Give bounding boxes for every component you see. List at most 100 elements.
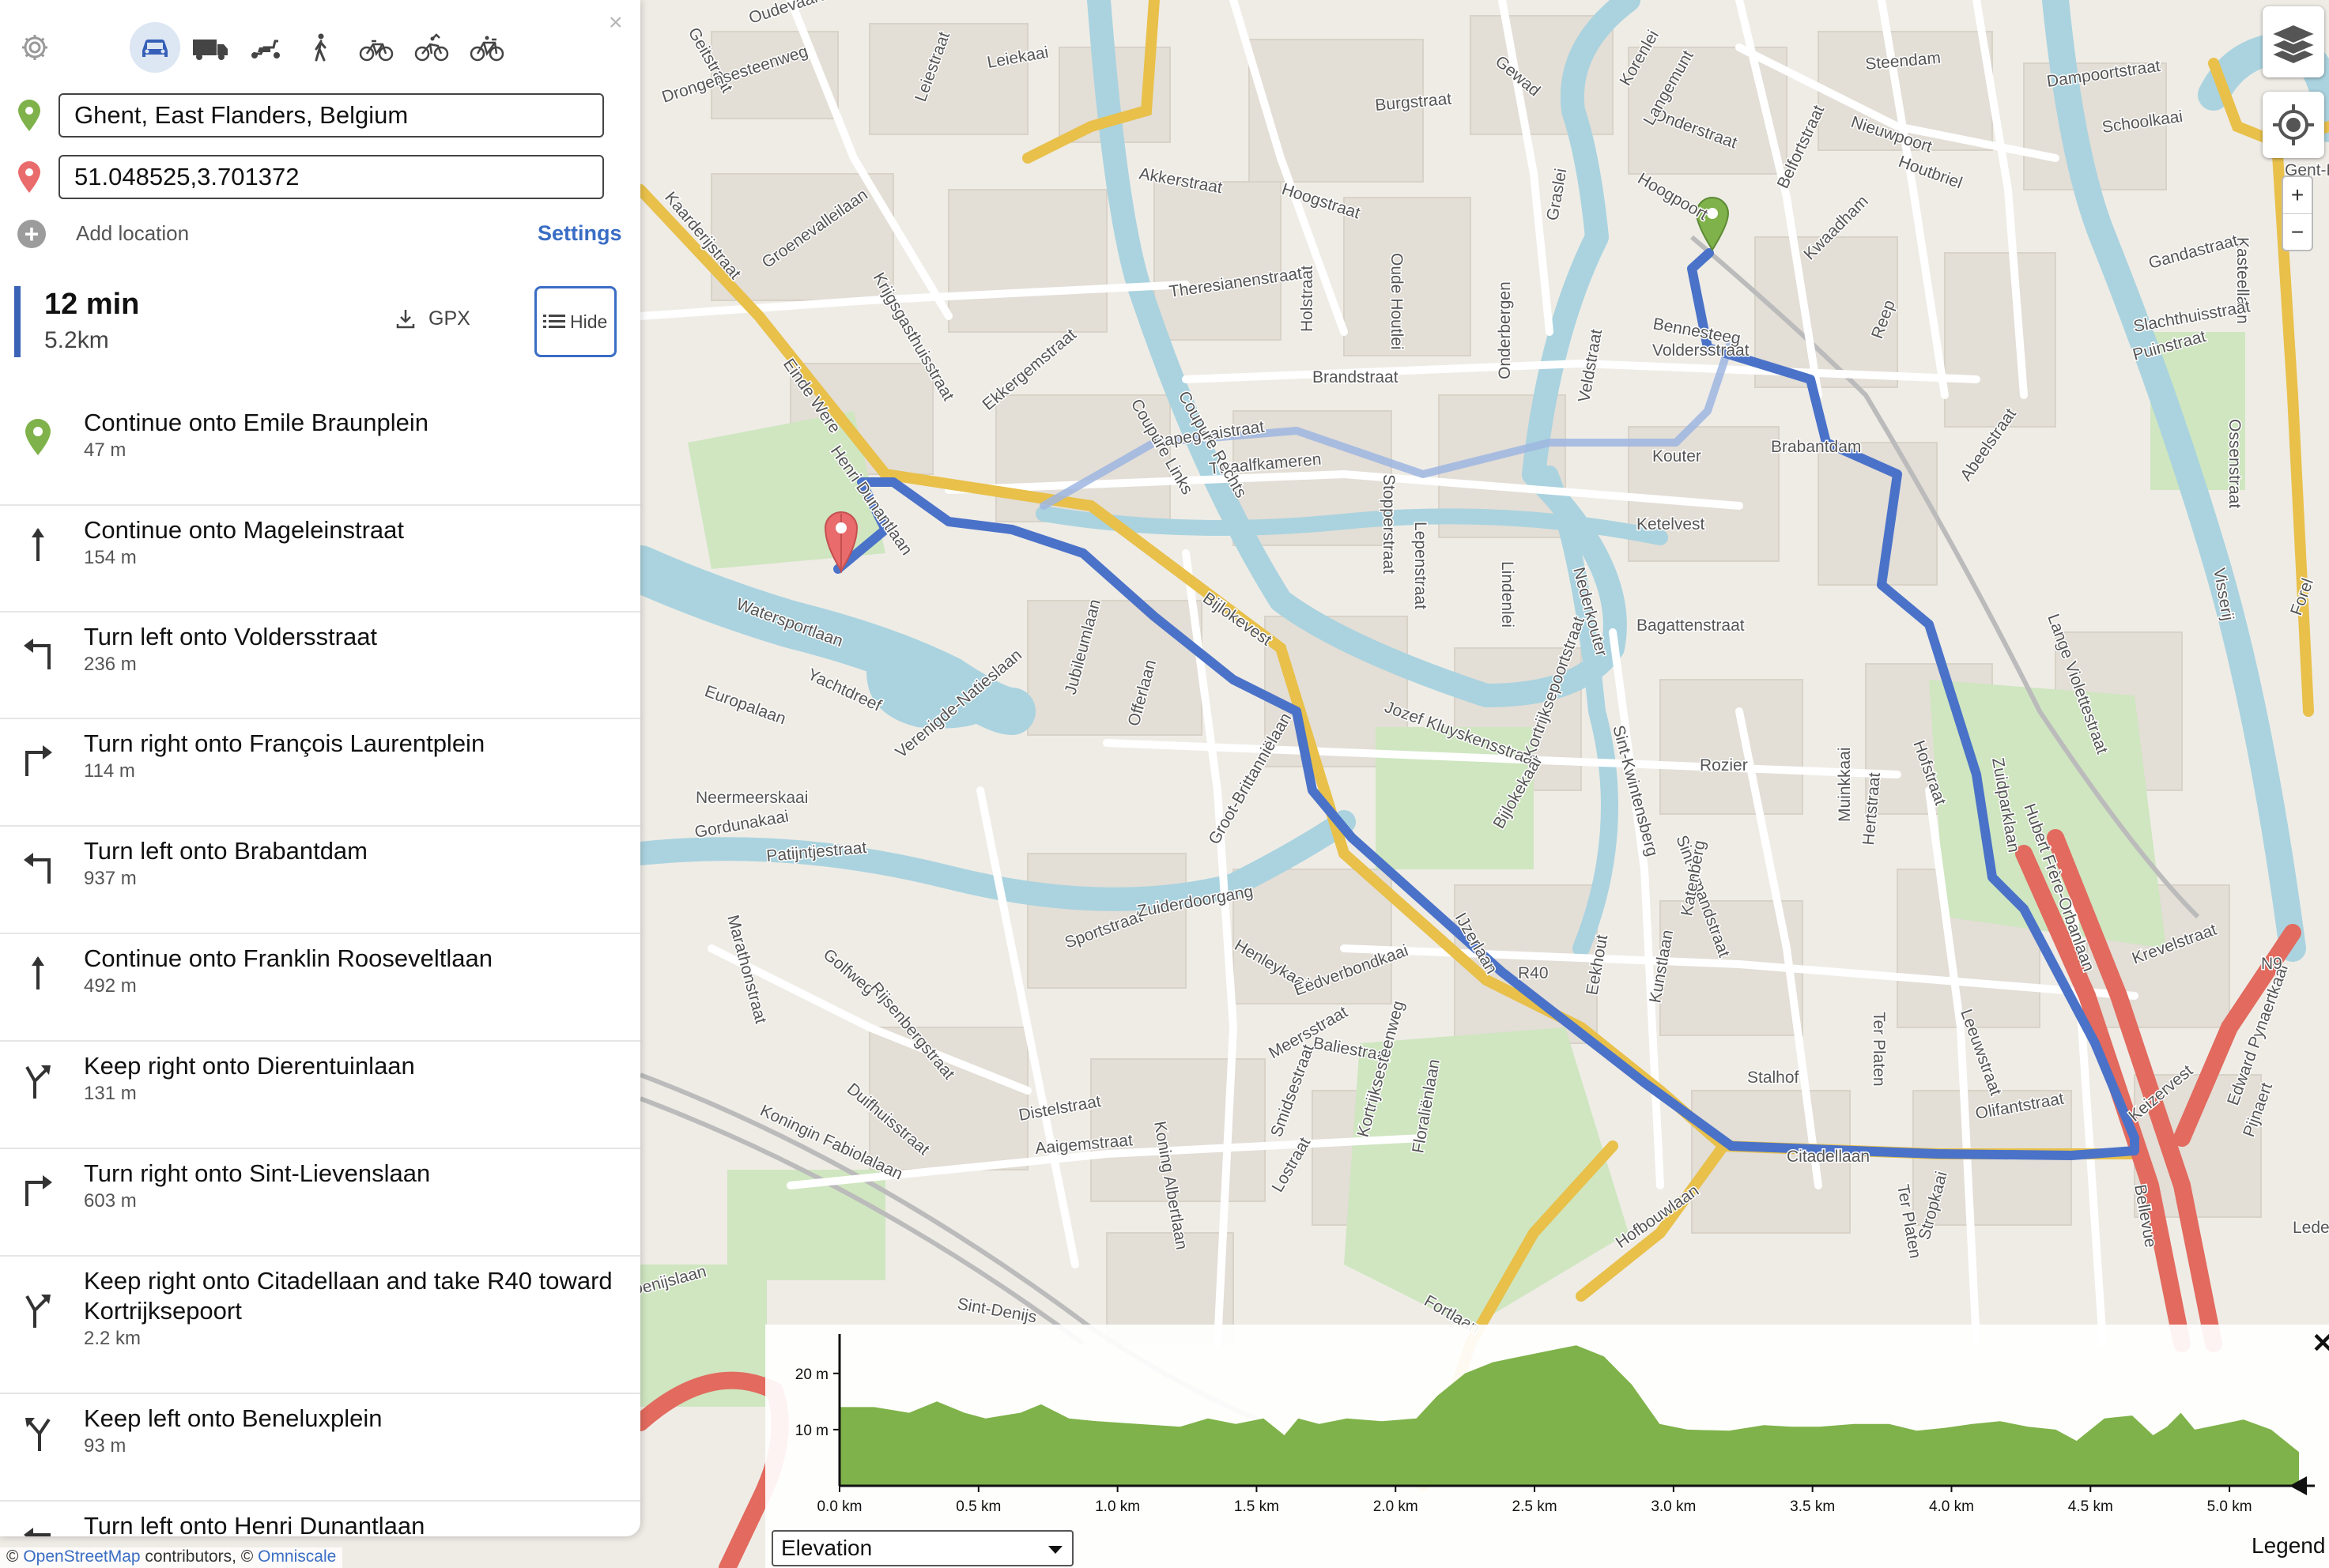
instruction-row[interactable]: Keep right onto Citadellaan and take R40… [0, 1255, 640, 1394]
mode-scooter-button[interactable] [240, 22, 291, 73]
settings-gear-icon[interactable] [19, 32, 51, 63]
street-label: Ledeberg [2293, 1219, 2329, 1237]
gpx-label: GPX [428, 307, 470, 330]
instruction-row[interactable]: Turn right onto François Laurentplein 114… [0, 718, 640, 827]
list-icon [543, 315, 565, 328]
legend-button[interactable]: Legend [2252, 1533, 2325, 1559]
street-label: Stalhof [1747, 1069, 1799, 1087]
walk-icon [315, 33, 327, 62]
street-label: Rozier [1700, 756, 1748, 775]
instruction-row[interactable]: Continue onto Emile Braunplein 47 m [0, 397, 640, 506]
keep-right-icon [22, 1061, 54, 1100]
street-label: Holstraat [1298, 266, 1316, 332]
destination-input[interactable]: 51.048525,3.701372 [59, 155, 604, 199]
layers-button[interactable] [2263, 6, 2324, 77]
x-tick-label: 2.0 km [1373, 1498, 1418, 1514]
street-label: Ossenstraat [2225, 419, 2244, 508]
instruction-distance: 603 m [84, 1190, 137, 1212]
elevation-select[interactable]: Elevation [772, 1530, 1074, 1566]
keep-right-icon [22, 1290, 54, 1329]
mode-racing-bike-button[interactable] [462, 22, 512, 73]
instruction-text: Keep right onto Dierentuinlaan [84, 1052, 415, 1080]
route-selected-indicator [14, 286, 21, 357]
street-label: Muinkkaai [1836, 747, 1854, 822]
instruction-text: Turn left onto Brabantdam [84, 837, 368, 865]
instruction-row[interactable]: Turn right onto Sint-Lievenslaan 603 m [0, 1148, 640, 1257]
instruction-distance: 47 m [84, 439, 126, 461]
turn-right-icon [22, 1168, 54, 1208]
street-label: Citadellaan [1787, 1148, 1870, 1166]
osm-link[interactable]: OpenStreetMap [23, 1547, 140, 1566]
turn-right-icon [22, 738, 54, 778]
add-location-button[interactable]: + [17, 220, 46, 248]
origin-pin-icon [18, 100, 40, 131]
elevation-panel: 10 m 20 m 0.0 km 0.5 km 1.0 km 1.5 km 2.0 km 2.… [765, 1325, 2329, 1568]
elevation-close-icon[interactable]: ✕ [2312, 1328, 2329, 1359]
travel-mode-bar [130, 22, 512, 73]
street-label: Kouter [1652, 447, 1701, 466]
mode-truck-button[interactable] [185, 22, 236, 73]
instruction-row[interactable]: Keep right onto Dierentuinlaan 131 m [0, 1040, 640, 1149]
instruction-row[interactable]: Continue onto Franklin Rooseveltlaan 492 … [0, 933, 640, 1042]
origin-row [16, 98, 43, 133]
destination-pin-icon [18, 161, 40, 193]
instruction-distance: 2.2 km [84, 1328, 142, 1349]
street-label: Brabantdam [1771, 438, 1861, 456]
mode-car-button[interactable] [130, 22, 180, 73]
x-tick-label: 5.0 km [2207, 1498, 2252, 1514]
keep-left-icon [22, 1413, 54, 1453]
elevation-area [840, 1345, 2299, 1486]
x-tick-label: 2.5 km [1512, 1498, 1557, 1514]
street-label: Lindenlei [1498, 561, 1516, 628]
pin-green-icon [22, 417, 54, 457]
bicycle-icon [359, 40, 394, 62]
zoom-control: + − [2282, 175, 2313, 251]
mode-walk-button[interactable] [296, 22, 346, 73]
arrow-straight-icon [22, 525, 54, 564]
mountain-bike-icon [414, 33, 449, 62]
instruction-text: Continue onto Franklin Rooseveltlaan [84, 944, 493, 972]
street-label: Lepenstraat [1411, 522, 1429, 609]
origin-input[interactable]: Ghent, East Flanders, Belgium [59, 93, 604, 138]
instruction-row[interactable]: Continue onto Mageleinstraat 154 m [0, 504, 640, 612]
instruction-distance: 492 m [84, 975, 137, 997]
y-tick-label: 20 m [795, 1366, 829, 1383]
gpx-export-button[interactable]: GPX [394, 307, 470, 330]
street-label: Voldersstraat [1652, 341, 1750, 360]
mode-bicycle-button[interactable] [351, 22, 402, 73]
panel-close-icon[interactable]: × [609, 11, 623, 35]
turn-left-icon [22, 846, 54, 885]
instruction-row[interactable]: Keep left onto Beneluxplein 93 m [0, 1393, 640, 1502]
x-tick-label: 4.0 km [1929, 1498, 1974, 1514]
settings-link[interactable]: Settings [538, 221, 622, 246]
instruction-row[interactable]: Turn left onto Voldersstraat 236 m [0, 611, 640, 719]
zoom-out-button[interactable]: − [2283, 214, 2312, 251]
car-icon [142, 40, 168, 57]
omniscale-link[interactable]: Omniscale [258, 1547, 336, 1566]
route-duration: 12 min [44, 288, 140, 321]
map-attribution: © OpenStreetMap contributors, © Omniscal… [0, 1547, 343, 1568]
street-label: Onderbergen [1496, 281, 1514, 379]
add-location-label[interactable]: Add location [76, 221, 189, 246]
instruction-distance: 93 m [84, 1435, 126, 1457]
truck-icon [193, 40, 228, 60]
racing-bike-icon [470, 36, 504, 62]
mode-mountain-bike-button[interactable] [406, 22, 457, 73]
turn-left-icon [22, 631, 54, 671]
instruction-row[interactable]: Turn left onto Henri Dunantlaan [0, 1500, 640, 1536]
hide-instructions-button[interactable]: Hide [534, 286, 617, 357]
elevation-chart: 10 m 20 m 0.0 km 0.5 km 1.0 km 1.5 km 2.0 km 2.… [795, 1334, 2315, 1514]
street-label: Neermeerskaai [696, 789, 808, 807]
street-label: Oude Houtlei [1387, 253, 1406, 350]
street-label: N9 [2261, 955, 2282, 973]
instruction-row[interactable]: Turn left onto Brabantdam 937 m [0, 825, 640, 934]
destination-row [16, 160, 43, 194]
turn-left-icon [22, 1521, 54, 1536]
x-tick-label: 1.5 km [1234, 1498, 1279, 1514]
instruction-distance: 236 m [84, 654, 137, 675]
download-icon [396, 310, 415, 329]
zoom-in-button[interactable]: + [2283, 177, 2312, 214]
locate-me-button[interactable] [2263, 92, 2324, 158]
plus-icon: + [17, 220, 46, 248]
x-tick-label: 3.0 km [1651, 1498, 1696, 1514]
